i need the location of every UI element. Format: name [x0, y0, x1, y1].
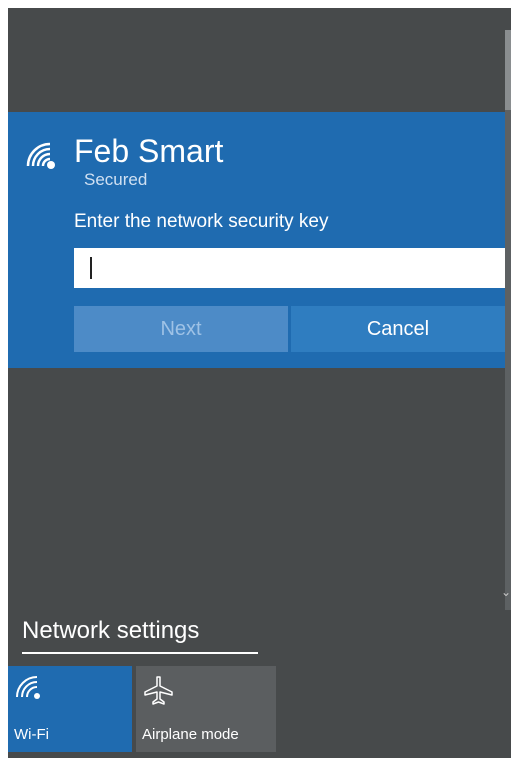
- airplane-tile-label: Airplane mode: [142, 726, 239, 743]
- text-caret: [90, 257, 92, 279]
- wifi-icon: [16, 676, 40, 699]
- cancel-button[interactable]: Cancel: [291, 306, 505, 352]
- wifi-quick-action[interactable]: Wi-Fi: [8, 666, 132, 752]
- network-flyout: ⌄ Feb Smart Secured Enter the network se…: [8, 8, 511, 758]
- next-button[interactable]: Next: [74, 306, 288, 352]
- network-status: Secured: [84, 170, 148, 189]
- airplane-icon: [144, 676, 173, 705]
- scroll-down-icon[interactable]: ⌄: [501, 586, 511, 598]
- network-card-expanded: Feb Smart Secured Enter the network secu…: [8, 112, 505, 368]
- scrollbar[interactable]: [505, 30, 511, 610]
- security-key-input[interactable]: [74, 248, 505, 288]
- airplane-mode-quick-action[interactable]: Airplane mode: [136, 666, 276, 752]
- security-key-prompt: Enter the network security key: [74, 211, 329, 232]
- network-ssid: Feb Smart: [74, 133, 224, 169]
- wifi-secured-icon: [26, 142, 55, 169]
- network-settings-link[interactable]: Network settings: [22, 616, 258, 654]
- wifi-tile-label: Wi-Fi: [14, 726, 49, 743]
- scrollbar-thumb[interactable]: [505, 30, 511, 110]
